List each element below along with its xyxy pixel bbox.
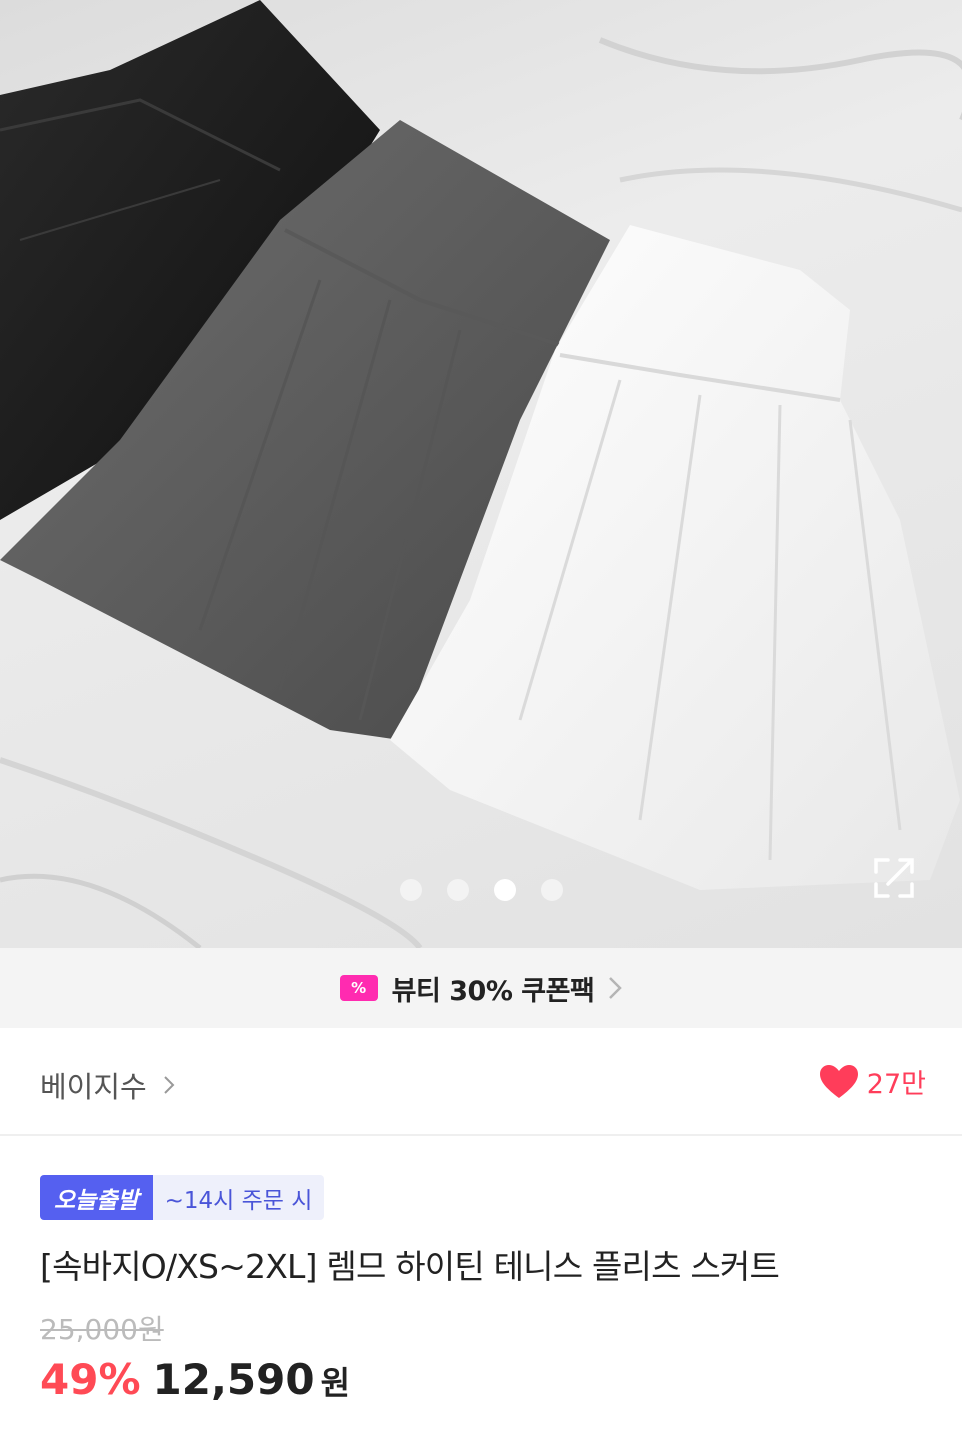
shop-row: 베이지수 27만 — [0, 1028, 962, 1136]
like-count: 27만 — [866, 1069, 926, 1100]
price-row: 49% 12,590 원 — [40, 1355, 350, 1404]
skirts-photo — [0, 0, 962, 948]
like-button[interactable]: 27만 — [819, 1062, 926, 1101]
discount-rate: 49% — [40, 1355, 141, 1404]
gallery-dot[interactable] — [446, 879, 469, 901]
gallery-dot[interactable] — [540, 879, 563, 901]
coupon-icon-glyph: % — [351, 979, 367, 997]
currency-unit: 원 — [320, 1364, 351, 1402]
heart-icon — [819, 1064, 858, 1098]
delivery-badge: 오늘출발 ~14시 주문 시 — [40, 1175, 325, 1220]
sale-price: 12,590 — [152, 1355, 315, 1404]
gallery-dot-active[interactable] — [493, 879, 516, 901]
gallery-pagination — [0, 879, 962, 901]
chevron-right-icon — [609, 977, 623, 999]
product-image[interactable] — [0, 0, 962, 948]
original-price: 25,000원 — [40, 1313, 164, 1346]
chevron-right-icon — [164, 1076, 175, 1094]
coupon-banner[interactable]: % 뷰티 30% 쿠폰팩 — [0, 948, 962, 1028]
product-title: [속바지O/XS~2XL] 렘므 하이틴 테니스 플리츠 스커트 — [40, 1247, 780, 1286]
shop-link[interactable]: 베이지수 — [40, 1064, 175, 1106]
shop-name: 베이지수 — [40, 1070, 147, 1104]
expand-icon[interactable] — [872, 856, 916, 900]
today-shipping-badge: 오늘출발 — [40, 1175, 153, 1220]
order-deadline-badge: ~14시 주문 시 — [152, 1175, 325, 1220]
gallery-dot[interactable] — [399, 879, 422, 901]
coupon-icon: % — [339, 975, 378, 1001]
coupon-text: 뷰티 30% 쿠폰팩 — [391, 975, 595, 1007]
